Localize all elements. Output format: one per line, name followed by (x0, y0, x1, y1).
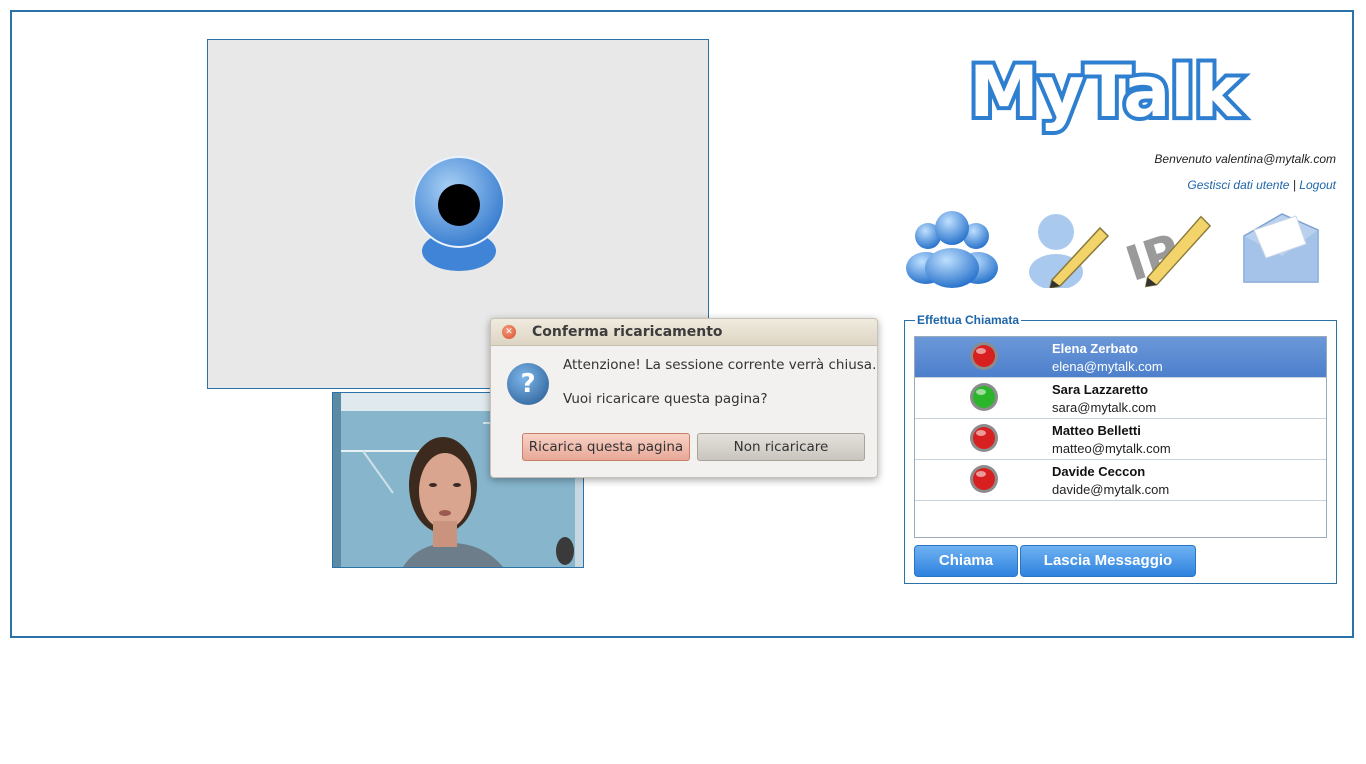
logo-text: MyTalk (969, 51, 1242, 133)
messages-icon[interactable] (1236, 206, 1328, 288)
dont-reload-button[interactable]: Non ricaricare (697, 433, 865, 461)
link-separator: | (1292, 178, 1296, 192)
contact-row[interactable]: Davide Ceccon davide@mytalk.com (915, 460, 1326, 501)
contact-row[interactable]: Elena Zerbato elena@mytalk.com (915, 337, 1326, 378)
welcome-text: Benvenuto valentina@mytalk.com (1154, 152, 1336, 166)
dialog-message-question: Vuoi ricaricare questa pagina? (563, 391, 768, 407)
contact-email: sara@mytalk.com (1052, 400, 1157, 415)
contact-row[interactable]: Sara Lazzaretto sara@mytalk.com (915, 378, 1326, 419)
dialog-title: Conferma ricaricamento (532, 324, 723, 340)
status-led-icon (970, 465, 998, 493)
leave-message-button[interactable]: Lascia Messaggio (1020, 545, 1196, 577)
status-led-icon (970, 342, 998, 370)
manage-user-link[interactable]: Gestisci dati utente (1187, 178, 1289, 192)
contact-email: elena@mytalk.com (1052, 359, 1163, 374)
webcam-icon (413, 156, 505, 271)
close-icon[interactable]: ✕ (502, 325, 516, 339)
reload-confirm-dialog: ✕ Conferma ricaricamento ? Attenzione! L… (490, 318, 878, 478)
user-links: Gestisci dati utente | Logout (1187, 178, 1336, 192)
contact-name: Elena Zerbato (1052, 341, 1138, 356)
contacts-icon[interactable] (906, 206, 998, 288)
contact-name: Davide Ceccon (1052, 464, 1146, 479)
edit-ip-icon[interactable]: IP (1120, 206, 1212, 288)
contact-name: Matteo Belletti (1052, 423, 1141, 438)
status-led-icon (970, 424, 998, 452)
mytalk-logo: MyTalk (965, 47, 1246, 137)
reload-page-button[interactable]: Ricarica questa pagina (522, 433, 690, 461)
dialog-titlebar: ✕ Conferma ricaricamento (491, 319, 877, 346)
status-led-icon (970, 383, 998, 411)
contact-email: davide@mytalk.com (1052, 482, 1170, 497)
contact-name: Sara Lazzaretto (1052, 382, 1149, 397)
call-panel: Effettua Chiamata Elena Zerbato elena@myt… (904, 313, 1337, 584)
contact-email: matteo@mytalk.com (1052, 441, 1171, 456)
logout-link[interactable]: Logout (1299, 178, 1336, 192)
call-panel-legend: Effettua Chiamata (915, 313, 1022, 327)
question-icon: ? (507, 363, 549, 405)
edit-user-icon[interactable] (1020, 206, 1112, 288)
call-button[interactable]: Chiama (914, 545, 1018, 577)
dialog-message-warning: Attenzione! La sessione corrente verrà c… (563, 357, 877, 373)
contact-list[interactable]: Elena Zerbato elena@mytalk.com Sara Lazzar… (914, 336, 1327, 538)
contact-row[interactable]: Matteo Belletti matteo@mytalk.com (915, 419, 1326, 460)
